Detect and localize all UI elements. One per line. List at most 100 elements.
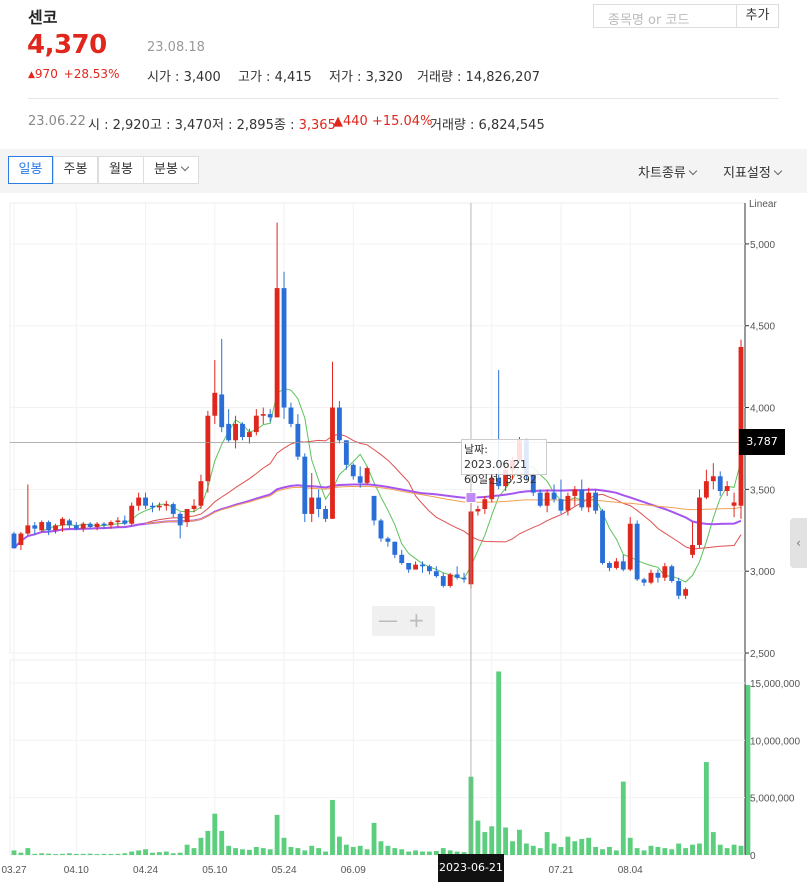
candle-body [558,499,564,511]
x-tick-label: 07.21 [548,865,573,876]
volume-bar [122,853,128,855]
zoom-out-button[interactable]: — [378,608,398,632]
volume-bar [717,844,723,855]
volume-bar [517,829,522,855]
volume-bar [32,853,38,855]
volume-bar [267,849,273,855]
volume-bar [205,830,211,855]
candle-body [697,497,702,545]
volume-bar [551,843,557,855]
volume-bar [634,848,640,855]
volume-bar [641,850,647,855]
candle-body [447,574,453,586]
volume-bar [662,848,668,855]
volume-tick-label: 10,000,000 [750,736,800,747]
volume-bar [274,814,280,855]
side-panel-toggle[interactable]: ‹ [790,518,807,568]
volume-bar [18,852,24,855]
candle-body [600,510,605,563]
candle-body [406,563,412,570]
price-tick-label: 4,500 [750,322,775,333]
volume-bar [731,844,737,855]
candle-body [122,520,128,524]
hover-date: 23.06.22 [28,114,86,129]
candle-body [343,440,349,465]
indicator-settings-dropdown[interactable]: 지표설정 [723,162,783,181]
candle-body [18,533,24,545]
hover-volume: 거래량 : 6,824,545 [430,118,545,133]
candle-body [620,561,626,570]
volume-bar [579,838,585,855]
hover-low: 저 : 2,895 [212,118,274,133]
volume-bar [669,849,675,855]
candle-body [66,520,72,526]
hover-close-label: 종 [274,118,286,133]
candle-body [440,576,446,586]
candle-body [274,288,280,418]
volume-bar [503,827,509,855]
tooltip-ma: 60일선: 3,392 [463,473,537,487]
tab-weekly[interactable]: 주봉 [53,156,98,184]
price-chart[interactable]: 03.2704.1004.2405.1005.2406.0907.0707.21… [0,193,807,890]
high-label: 고가 [238,70,262,85]
volume-bar [281,837,287,855]
chevron-down-icon [773,166,783,176]
divider [28,98,779,99]
candle-body [288,407,294,424]
volume-bar [136,850,142,855]
stock-name: 센코 [28,8,58,27]
volume-bar [510,841,515,855]
chevron-down-icon [180,162,190,172]
candle-body [143,497,148,506]
candle-body [108,522,114,526]
candle-body [378,520,384,539]
volume-bar [330,799,335,855]
volume-bar [710,832,716,855]
candle-body [627,523,633,570]
hover-high: 고 : 3,470 [150,118,212,133]
volume-bar [11,850,17,855]
volume-bar [343,844,349,855]
candle-body [25,525,31,534]
candle-body [87,523,93,527]
open-value: 3,400 [183,70,221,85]
zoom-in-button[interactable]: + [408,608,425,632]
volume-bar [489,826,495,855]
tab-monthly[interactable]: 월봉 [98,156,144,184]
up-triangle-icon: ▲ [28,70,35,80]
volume-bar [198,837,204,855]
candle-body [392,541,398,555]
indicator-label: 지표설정 [723,166,771,181]
x-tick-label: 04.10 [64,865,89,876]
candle-body [350,464,356,477]
high-stat: 고가 : 4,415 [238,70,312,85]
candle-body [738,347,744,506]
volume-bar [60,853,65,855]
volume-bar [253,846,259,855]
hover-tooltip: 날짜: 2023.06.21 60일선: 3,392 [460,439,547,486]
volume-bar [94,854,100,855]
tab-daily[interactable]: 일봉 [8,156,53,184]
volume-bar [544,832,550,855]
volume-bar [607,846,612,855]
candle-body [537,492,543,506]
candle-body [607,563,612,568]
candle-body [593,492,599,511]
tab-minute[interactable]: 분봉 [143,156,199,184]
volume-value: 14,826,207 [465,70,540,85]
stock-search-input[interactable]: 종목명 or 코드 [593,4,737,28]
volume-bar [738,845,744,855]
volume-bar [745,684,751,855]
candle-body [544,492,550,506]
stock-header: 센코 4,370 23.08.18 ▲970 +28.53% 시가 : 3,40… [0,0,807,150]
candle-body [385,538,391,542]
candle-body [641,579,647,583]
chart-type-dropdown[interactable]: 차트종류 [638,162,698,181]
volume-bar [399,849,405,855]
add-button[interactable]: 추가 [737,4,779,28]
volume-bar [385,845,391,855]
candle-body [302,456,308,514]
volume-bar [212,813,218,855]
candle-body [212,392,218,416]
crosshair-marker [465,492,477,504]
